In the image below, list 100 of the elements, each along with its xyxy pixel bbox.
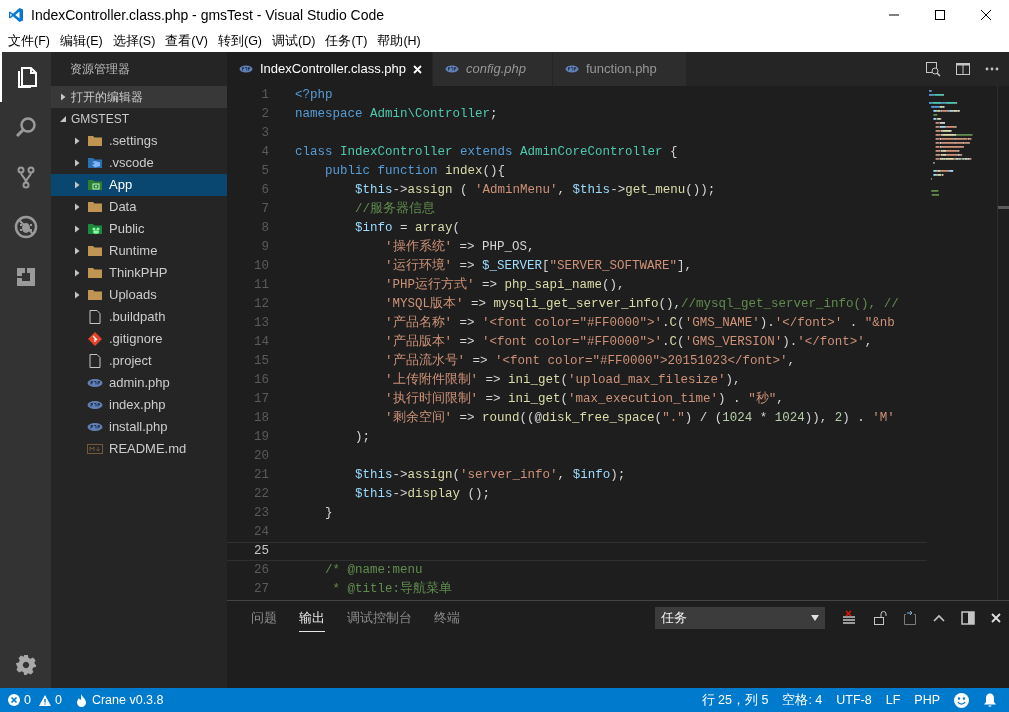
explorer-section-header[interactable]: 打开的编辑器 [51, 86, 227, 108]
line-number: 4 [260, 144, 269, 162]
file-tree-item[interactable]: index.php [51, 394, 227, 416]
settings-icon[interactable] [14, 654, 37, 676]
line-number: 11 [253, 277, 269, 295]
problems-status[interactable]: 0 0 [8, 690, 62, 710]
file-tree-item[interactable]: Uploads [51, 284, 227, 306]
panel-tab[interactable]: 输出 [299, 603, 325, 633]
panel-tab[interactable]: 终端 [434, 603, 460, 633]
code-line: '操作系统' => PHP_OS, [384, 238, 535, 257]
panel-tab[interactable]: 问题 [251, 603, 277, 633]
file-tree-item[interactable]: Public [51, 218, 227, 240]
line-number: 18 [253, 410, 269, 428]
code-line: '剩余空间' => round((@disk_free_space(".") / (1024 * 1024)), 2) . 'M' [384, 409, 895, 428]
code-line: /* @name:menu [324, 562, 423, 580]
file-tree-item[interactable]: Runtime [51, 240, 227, 262]
php-file-icon [565, 65, 579, 73]
code-line: 'MYSQL版本' => mysqli_get_server_info(),//mysql_get_server_info(), // [384, 295, 899, 314]
search-icon[interactable] [13, 115, 38, 139]
language-status[interactable]: PHP [914, 690, 940, 710]
file-tree-item[interactable]: Data [51, 196, 227, 218]
menu-item[interactable]: 选择(S) [108, 31, 160, 51]
maximize-icon[interactable] [935, 10, 945, 20]
extension-status[interactable]: Crane v0.3.8 [91, 690, 164, 710]
line-number: 1 [260, 87, 269, 105]
file-tree-item[interactable]: .project [51, 350, 227, 372]
open-log-icon[interactable] [903, 610, 917, 626]
folder-icon [87, 287, 103, 303]
line-ending-status[interactable]: LF [885, 690, 901, 710]
file-tree-item[interactable]: .buildpath [51, 306, 227, 328]
folder-icon [87, 155, 103, 171]
code-line: '运行环境' => $_SERVER["SERVER_SOFTWARE"], [384, 257, 693, 276]
line-number: 27 [253, 581, 269, 599]
markdown-file-icon [87, 441, 103, 457]
line-number: 20 [253, 448, 269, 466]
warning-icon [38, 694, 51, 706]
menu-item[interactable]: 文件(F) [4, 31, 54, 51]
panel-layout-icon[interactable] [961, 611, 975, 625]
line-number: 12 [253, 296, 269, 314]
file-tree-item[interactable]: .settings [51, 130, 227, 152]
code-line: <?php [295, 87, 333, 105]
close-icon[interactable] [981, 10, 991, 20]
menu-item[interactable]: 查看(V) [161, 31, 212, 51]
line-number: 6 [260, 182, 269, 200]
file-tree-item[interactable]: App [51, 174, 227, 196]
line-number: 8 [260, 220, 269, 238]
code-line: '执行时间限制' => ini_get('max_execution_time') . "秒", [384, 390, 784, 409]
indentation-status[interactable]: 空格: 4 [782, 690, 823, 710]
line-number: 24 [253, 524, 269, 542]
split-preview-icon[interactable] [925, 61, 941, 77]
lock-icon[interactable] [873, 610, 887, 626]
line-number: 21 [253, 467, 269, 485]
menu-item[interactable]: 调试(D) [268, 31, 320, 51]
explorer-section-header[interactable]: GMSTEST [51, 108, 227, 130]
folder-icon [87, 265, 103, 281]
menu-item[interactable]: 任务(T) [321, 31, 372, 51]
file-tree-item[interactable]: .gitignore [51, 328, 227, 350]
menu-item[interactable]: 帮助(H) [373, 31, 425, 51]
output-channel-dropdown[interactable]: 任务 [655, 607, 825, 629]
code-line: class IndexController extends AdminCoreController { [295, 144, 678, 162]
editor-tab[interactable]: config.php [433, 52, 553, 86]
code-line: //服务器信息 [354, 200, 435, 219]
code-line: '产品流水号' => '<font color="#FF0000">20151023</font>', [384, 352, 796, 371]
line-number: 2 [260, 106, 269, 124]
editor-tab[interactable]: IndexController.class.php [227, 52, 433, 86]
debug-icon[interactable] [13, 215, 38, 239]
file-tree-item[interactable]: install.php [51, 416, 227, 438]
chevron-up-icon[interactable] [933, 614, 945, 622]
cursor-position[interactable]: 行 25，列 5 [701, 690, 769, 710]
line-number: 15 [253, 353, 269, 371]
code-line: 'PHP运行方式' => php_sapi_name(), [384, 276, 625, 295]
line-number: 26 [253, 562, 269, 580]
code-line: } [324, 505, 333, 523]
more-icon[interactable] [985, 67, 999, 71]
file-icon [87, 309, 103, 325]
file-tree-item[interactable]: README.md [51, 438, 227, 460]
file-tree-item[interactable]: admin.php [51, 372, 227, 394]
code-line: '产品名称' => '<font color="#FF0000">'.C('GMS_NAME').'</font>' . "&nb [384, 314, 895, 333]
php-file-icon [445, 65, 459, 73]
encoding-status[interactable]: UTF-8 [836, 690, 872, 710]
file-tree-item[interactable]: .vscode [51, 152, 227, 174]
bell-icon[interactable] [983, 692, 997, 708]
line-number: 7 [260, 201, 269, 219]
code-line: public function index(){ [324, 163, 506, 181]
split-editor-icon[interactable] [955, 61, 971, 77]
code-line: * @title:导航菜单 [331, 580, 453, 599]
menu-item[interactable]: 转到(G) [214, 31, 267, 51]
editor-tab[interactable]: function.php [553, 52, 687, 86]
error-icon [8, 694, 20, 706]
panel-tab[interactable]: 调试控制台 [347, 603, 412, 633]
folder-icon [87, 199, 103, 215]
menu-item[interactable]: 编辑(E) [55, 31, 107, 51]
file-tree-item[interactable]: ThinkPHP [51, 262, 227, 284]
app-logo-icon [8, 7, 24, 23]
smiley-icon[interactable] [954, 692, 969, 708]
line-number: 19 [253, 429, 269, 447]
git-file-icon [87, 331, 103, 347]
line-number: 13 [253, 315, 269, 333]
line-number: 14 [253, 334, 269, 352]
clear-output-icon[interactable] [841, 610, 857, 626]
